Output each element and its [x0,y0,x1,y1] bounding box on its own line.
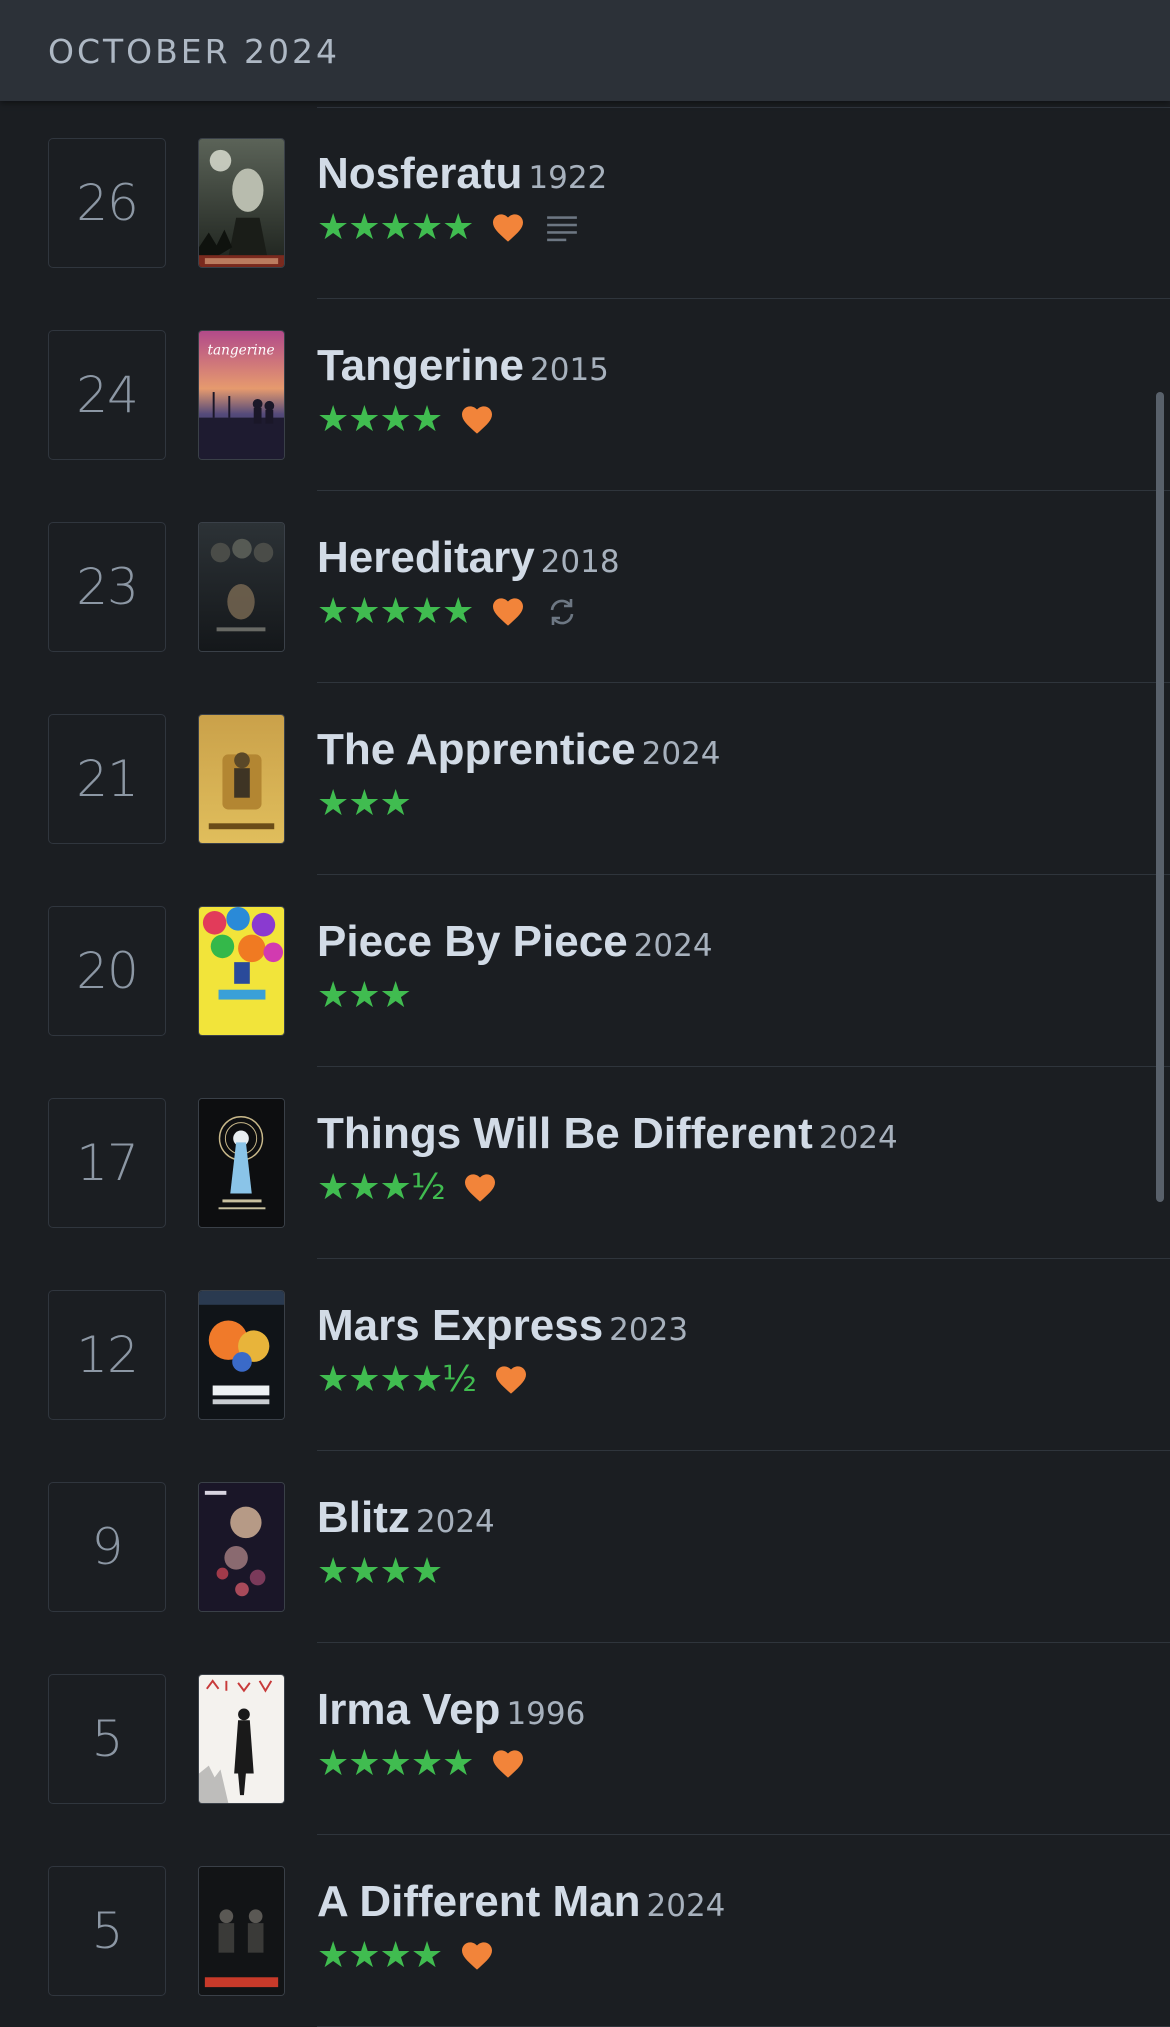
heart-icon [493,598,524,626]
film-year: 2023 [609,1312,689,1348]
star-rating: ★★★★ [317,1935,443,1976]
star-rating: ★★★ [317,975,412,1016]
poster-the-apprentice[interactable] [198,714,285,844]
film-title[interactable]: Tangerine [317,341,524,390]
rewatch-icon [551,599,574,625]
day-number: 5 [48,1866,166,1996]
poster-a-different-man[interactable] [198,1866,285,1996]
film-year: 2024 [641,736,721,772]
diary-entry[interactable]: 23 Hereditary 2018 ★★★★★ [0,491,1170,683]
svg-text:tangerine: tangerine [207,343,274,359]
day-number: 12 [48,1290,166,1420]
heart-icon [462,1942,493,1970]
film-year: 2024 [646,1888,726,1924]
meta-line: ★★★½ [317,1168,497,1208]
film-title[interactable]: Things Will Be Different [317,1109,813,1158]
star-rating: ★★★ [317,783,412,824]
film-title-line: Hereditary 2018 [317,533,620,583]
star-rating: ★★★★★ [317,591,474,632]
meta-line: ★★★★★ [317,592,579,632]
film-title[interactable]: The Apprentice [317,725,636,774]
diary-entry[interactable]: 26 Nosferatu 1922 ★★★★★ [0,107,1170,299]
day-number: 23 [48,522,166,652]
film-title-line: Mars Express 2023 [317,1301,688,1351]
film-year: 2015 [530,352,609,388]
diary-entry[interactable]: 17 Things Will Be Different 2024 ★★★½ [0,1067,1170,1259]
diary-entry[interactable]: 20 Piece By Piece 2024 ★★★ [0,875,1170,1067]
star-rating: ★★★★½ [317,1359,477,1400]
star-rating: ★★★½ [317,1167,446,1208]
star-rating: ★★★★★ [317,207,474,248]
day-number: 17 [48,1098,166,1228]
day-number: 20 [48,906,166,1036]
film-title[interactable]: Irma Vep [317,1685,500,1734]
diary-list: 26 Nosferatu 1922 ★★★★★ 24 tangerine Tan… [0,107,1170,2027]
review-lines-icon [547,216,578,242]
star-rating: ★★★★★ [317,1743,474,1784]
day-number: 24 [48,330,166,460]
poster-nosferatu[interactable] [198,138,285,268]
day-number: 9 [48,1482,166,1612]
film-year: 2024 [415,1504,495,1540]
poster-things-will-be-different[interactable] [198,1098,285,1228]
film-title[interactable]: Piece By Piece [317,917,628,966]
diary-entry[interactable]: 12 Mars Express 2023 ★★★★½ [0,1259,1170,1451]
film-title-line: Nosferatu 1922 [317,149,607,199]
month-title: OCTOBER 2024 [48,32,341,71]
film-title[interactable]: Hereditary [317,533,535,582]
heart-icon [493,214,524,242]
poster-blitz[interactable] [198,1482,285,1612]
meta-line: ★★★★★ [317,208,579,248]
film-title-line: Things Will Be Different 2024 [317,1109,898,1159]
film-year: 2024 [633,928,713,964]
film-title[interactable]: A Different Man [317,1877,641,1926]
heart-icon [496,1366,526,1394]
poster-hereditary[interactable] [198,522,285,652]
film-title[interactable]: Nosferatu [317,149,522,198]
meta-line: ★★★★ [317,400,494,440]
scrollbar[interactable] [1156,392,1164,1202]
diary-entry[interactable]: 5 A Different Man 2024 ★★★★ [0,1835,1170,2027]
poster-piece-by-piece[interactable] [198,906,285,1036]
diary-entry[interactable]: 9 Blitz 2024 ★★★★ [0,1451,1170,1643]
meta-line: ★★★★ [317,1551,443,1592]
meta-line: ★★★ [317,783,412,824]
heart-icon [462,406,493,434]
film-title-line: Tangerine 2015 [317,341,609,391]
poster-tangerine[interactable]: tangerine [198,330,285,460]
poster-irma-vep[interactable] [198,1674,285,1804]
film-year: 1996 [506,1696,586,1732]
film-title-line: The Apprentice 2024 [317,725,721,775]
day-number: 5 [48,1674,166,1804]
month-header: OCTOBER 2024 [0,0,1170,101]
day-number: 26 [48,138,166,268]
film-year: 2018 [540,544,620,580]
meta-line: ★★★ [317,975,412,1016]
film-year: 1922 [528,160,608,196]
poster-mars-express[interactable] [198,1290,285,1420]
film-title[interactable]: Blitz [317,1493,410,1542]
film-year: 2024 [818,1120,898,1156]
heart-icon [464,1174,495,1202]
film-title-line: Piece By Piece 2024 [317,917,713,967]
film-title-line: Irma Vep 1996 [317,1685,585,1735]
meta-line: ★★★★½ [317,1360,528,1400]
day-number: 21 [48,714,166,844]
meta-line: ★★★★★ [317,1744,525,1784]
meta-line: ★★★★ [317,1936,494,1976]
heart-icon [493,1750,524,1778]
star-rating: ★★★★ [317,399,443,440]
film-title-line: A Different Man 2024 [317,1877,725,1927]
diary-entry[interactable]: 5 Irma Vep 1996 ★★★★★ [0,1643,1170,1835]
film-title-line: Blitz 2024 [317,1493,495,1543]
star-rating: ★★★★ [317,1551,443,1592]
film-title[interactable]: Mars Express [317,1301,603,1350]
diary-entry[interactable]: 24 tangerine Tangerine 2015 ★★★★ [0,299,1170,491]
diary-entry[interactable]: 21 The Apprentice 2024 ★★★ [0,683,1170,875]
